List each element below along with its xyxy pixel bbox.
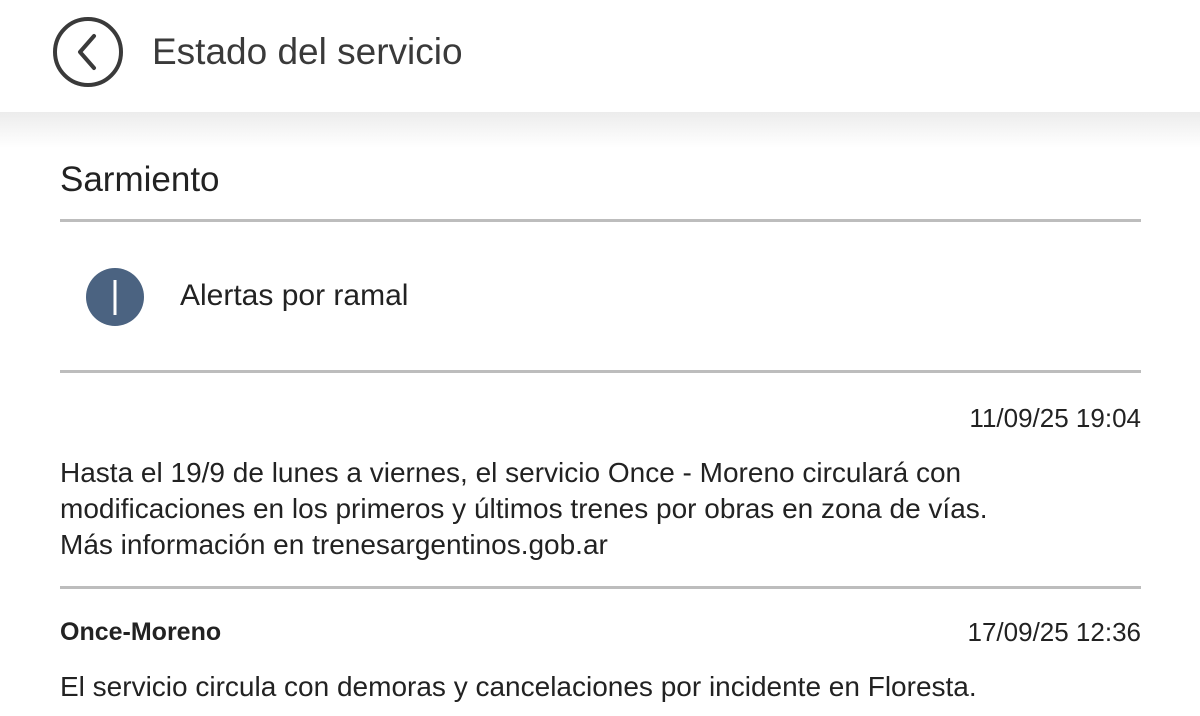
alert-timestamp: 17/09/25 12:36	[967, 617, 1142, 647]
divider	[60, 586, 1141, 589]
divider	[60, 370, 1141, 373]
divider	[60, 219, 1141, 222]
header-shadow	[0, 112, 1200, 148]
alerts-by-branch-link[interactable]: Alertas por ramal	[60, 224, 1141, 370]
chevron-left-icon	[73, 32, 103, 72]
alert-branch-name: Once-Moreno	[60, 618, 222, 646]
service-status-screen: Estado del servicio Sarmiento Alertas po…	[0, 0, 1200, 716]
line-name: Sarmiento	[60, 160, 220, 199]
info-icon	[86, 268, 144, 326]
alerts-by-branch-label: Alertas por ramal	[180, 279, 409, 312]
back-button[interactable]	[53, 17, 123, 87]
alert-timestamp: 11/09/25 19:04	[969, 403, 1141, 433]
app-header: Estado del servicio	[0, 0, 1200, 112]
page-title: Estado del servicio	[152, 31, 463, 72]
alert-text: El servicio circula con demoras y cancel…	[60, 671, 977, 702]
alert-text: Hasta el 19/9 de lunes a viernes, el ser…	[60, 457, 988, 560]
